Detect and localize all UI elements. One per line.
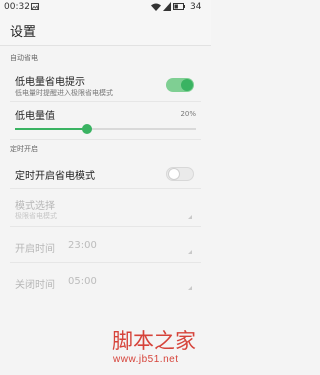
slider-thumb[interactable] [82,124,93,134]
low-battery-value-label: 20% [180,110,196,118]
dropdown-arrow-icon [188,286,192,290]
divider [10,188,201,189]
scheduled-mode-title: 定时开启省电模式 [15,171,95,182]
dropdown-arrow-icon [188,250,192,254]
divider [10,262,201,263]
divider [10,139,201,140]
watermark-url: www.jb51.net [113,354,179,365]
mode-select-value: 极限省电模式 [15,212,57,220]
low-battery-prompt-toggle[interactable] [166,78,194,92]
end-time-label: 关闭时间 [15,280,55,291]
title-bar: 设置 [0,15,211,46]
page-title: 设置 [10,25,37,40]
image-icon [31,3,39,10]
scheduled-mode-toggle[interactable] [166,167,194,181]
end-time-value: 05:00 [68,276,97,287]
start-time-value: 23:00 [68,240,97,251]
section-header-auto-power-saving: 自动省电 [10,54,38,62]
divider [10,101,201,102]
section-header-scheduled-on: 定时开启 [10,145,38,153]
status-time: 00:32 [4,2,30,12]
toggle-knob [168,168,180,180]
start-time-label: 开启时间 [15,244,55,255]
toggle-knob [181,79,193,91]
battery-percentage: 34 [190,2,202,12]
mode-select-title: 模式选择 [15,201,55,212]
watermark-logo-text: 脚本之家 [112,329,196,353]
dropdown-arrow-icon [188,215,192,219]
signal-icon [163,2,171,11]
low-battery-value-title: 低电量值 [15,111,55,122]
battery-icon [173,3,185,10]
watermark-logo: 脚本之家 [112,329,196,353]
status-bar: 00:32 34 [0,0,211,15]
low-battery-value-slider[interactable] [15,124,196,134]
low-battery-prompt-subtitle: 低电量时提醒进入极限省电模式 [15,89,113,97]
low-battery-prompt-title: 低电量省电提示 [15,77,85,88]
wifi-icon [151,3,161,11]
divider [10,226,201,227]
slider-fill [15,128,88,130]
